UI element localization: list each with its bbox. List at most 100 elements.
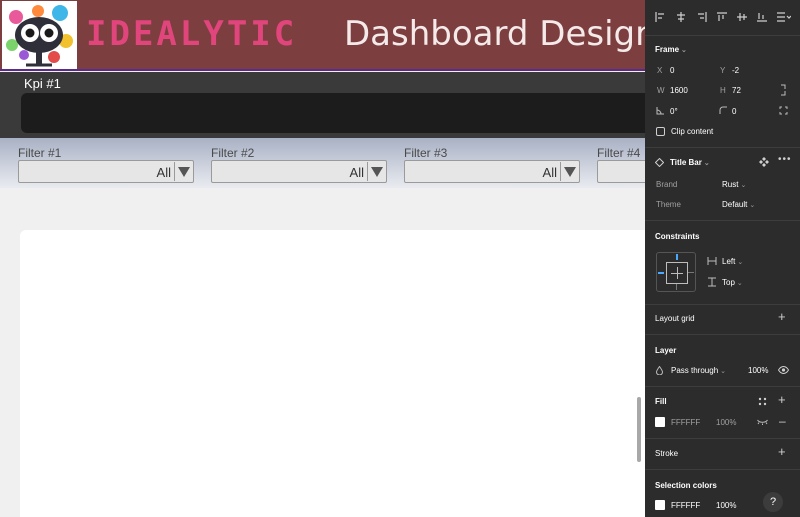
corner-radius-icon	[719, 106, 727, 114]
x-label: X	[657, 66, 663, 75]
styles-grid-icon[interactable]	[758, 397, 767, 406]
filter-label: Filter #3	[404, 146, 448, 160]
align-top-icon[interactable]	[717, 12, 727, 22]
remove-fill-icon[interactable]: –	[779, 415, 786, 427]
theme-property-value: Default	[722, 200, 748, 209]
y-input[interactable]: -2	[732, 66, 739, 75]
filter-bar[interactable]: Filter #1 All Filter #2 All Filter #3 Al…	[0, 138, 645, 188]
blend-mode-icon	[656, 366, 663, 375]
filter-2[interactable]: Filter #2 All	[211, 138, 387, 183]
rotation-icon	[656, 107, 664, 115]
clip-content-checkbox[interactable]	[656, 127, 665, 136]
filter-select[interactable]: All	[404, 160, 580, 183]
filter-label: Filter #2	[211, 146, 255, 160]
constraints-widget[interactable]	[656, 252, 696, 292]
fill-color-swatch[interactable]	[655, 417, 665, 427]
content-panel[interactable]	[20, 230, 645, 517]
filter-select[interactable]: All	[18, 160, 194, 183]
help-button[interactable]: ?	[763, 492, 783, 512]
layer-opacity-input[interactable]: 100%	[748, 366, 768, 375]
vertical-constraint-icon	[708, 277, 716, 287]
filter-label: Filter #1	[18, 146, 62, 160]
canvas-scrollbar[interactable]	[637, 397, 641, 462]
vertical-constraint-dropdown[interactable]: Top ⌄	[722, 278, 743, 287]
selection-color-hex[interactable]: FFFFFF	[671, 501, 700, 510]
constraint-left-handle[interactable]	[658, 272, 664, 274]
y-label: Y	[720, 66, 726, 75]
fill-hex-input[interactable]: FFFFFF	[671, 418, 700, 427]
brand-property-dropdown[interactable]: Rust ⌄	[722, 180, 746, 189]
constraint-center[interactable]	[666, 262, 688, 284]
rotation-input[interactable]: 0°	[670, 107, 678, 116]
filter-3[interactable]: Filter #3 All	[404, 138, 580, 183]
dropdown-arrow-icon[interactable]	[560, 162, 578, 181]
design-canvas[interactable]: IDEALYTIC Dashboard Design S Kpi #1 Filt…	[0, 0, 645, 517]
blend-mode-value: Pass through	[671, 366, 719, 375]
align-vertical-center-icon[interactable]	[737, 12, 747, 22]
align-left-icon[interactable]	[655, 12, 665, 22]
blend-mode-dropdown[interactable]: Pass through ⌄	[671, 366, 726, 375]
kpi-card[interactable]	[21, 93, 645, 133]
divider	[645, 147, 800, 148]
selection-color-opacity[interactable]: 100%	[716, 501, 736, 510]
independent-corners-icon[interactable]	[779, 106, 788, 115]
constraint-bottom-handle[interactable]	[676, 284, 677, 290]
brand-name: IDEALYTIC	[86, 14, 298, 54]
constraint-right-handle[interactable]	[688, 272, 694, 273]
dropdown-arrow-icon[interactable]	[174, 162, 192, 181]
horizontal-constraint-dropdown[interactable]: Left ⌄	[722, 257, 743, 266]
h-label: H	[720, 86, 726, 95]
corner-radius-input[interactable]: 0	[732, 107, 736, 116]
selection-colors-header: Selection colors	[655, 481, 717, 490]
align-horizontal-center-icon[interactable]	[676, 12, 686, 22]
filter-select[interactable]: All	[211, 160, 387, 183]
frame-section-header[interactable]: Frame ⌄	[655, 45, 687, 54]
selection-color-swatch[interactable]	[655, 500, 665, 510]
title-bar[interactable]: IDEALYTIC Dashboard Design S	[0, 0, 645, 71]
divider	[645, 304, 800, 305]
divider	[645, 386, 800, 387]
add-fill-icon[interactable]: +	[778, 393, 786, 406]
constraint-top-handle[interactable]	[676, 254, 678, 260]
brand-logo	[2, 1, 77, 69]
horizontal-constraint-value: Left	[722, 257, 736, 266]
chevron-down-icon: ⌄	[703, 160, 710, 167]
constrain-proportions-icon[interactable]	[779, 84, 787, 96]
fill-header: Fill	[655, 397, 667, 406]
filter-value: All	[542, 165, 557, 180]
height-input[interactable]: 72	[732, 86, 741, 95]
filter-1[interactable]: Filter #1 All	[18, 138, 194, 183]
eye-icon[interactable]	[778, 366, 789, 374]
chevron-down-icon: ⌄	[749, 202, 756, 209]
chevron-down-icon: ⌄	[720, 368, 727, 375]
theme-property-dropdown[interactable]: Default ⌄	[722, 200, 755, 209]
x-input[interactable]: 0	[670, 66, 674, 75]
brand-property-value: Rust	[722, 180, 739, 189]
hidden-eye-icon[interactable]	[757, 419, 768, 425]
kpi-label: Kpi #1	[24, 76, 61, 91]
divider	[645, 220, 800, 221]
component-name[interactable]: Title Bar ⌄	[670, 158, 710, 167]
theme-property-label: Theme	[656, 200, 681, 209]
go-to-main-component-icon[interactable]	[759, 157, 769, 167]
more-options-icon[interactable]: •••	[778, 155, 792, 165]
kpi-section[interactable]: Kpi #1	[0, 72, 645, 138]
align-bottom-icon[interactable]	[757, 12, 767, 22]
align-right-icon[interactable]	[697, 12, 707, 22]
chevron-down-icon: ⌄	[740, 182, 747, 189]
dashboard-title: Dashboard Design S	[344, 14, 645, 54]
width-input[interactable]: 1600	[670, 86, 688, 95]
add-layout-grid-icon[interactable]: +	[778, 310, 786, 323]
filter-value: All	[349, 165, 364, 180]
horizontal-constraint-icon	[707, 257, 717, 265]
dropdown-arrow-icon[interactable]	[367, 162, 385, 181]
filter-select[interactable]	[597, 160, 645, 183]
filter-4[interactable]: Filter #4	[597, 138, 645, 183]
layout-grid-header: Layout grid	[655, 314, 695, 323]
constraints-header: Constraints	[655, 232, 700, 241]
add-stroke-icon[interactable]: +	[778, 445, 786, 458]
vertical-constraint-value: Top	[722, 278, 735, 287]
distribute-icon[interactable]	[777, 12, 791, 22]
fill-opacity-input[interactable]: 100%	[716, 418, 736, 427]
component-name-label: Title Bar	[670, 158, 702, 167]
